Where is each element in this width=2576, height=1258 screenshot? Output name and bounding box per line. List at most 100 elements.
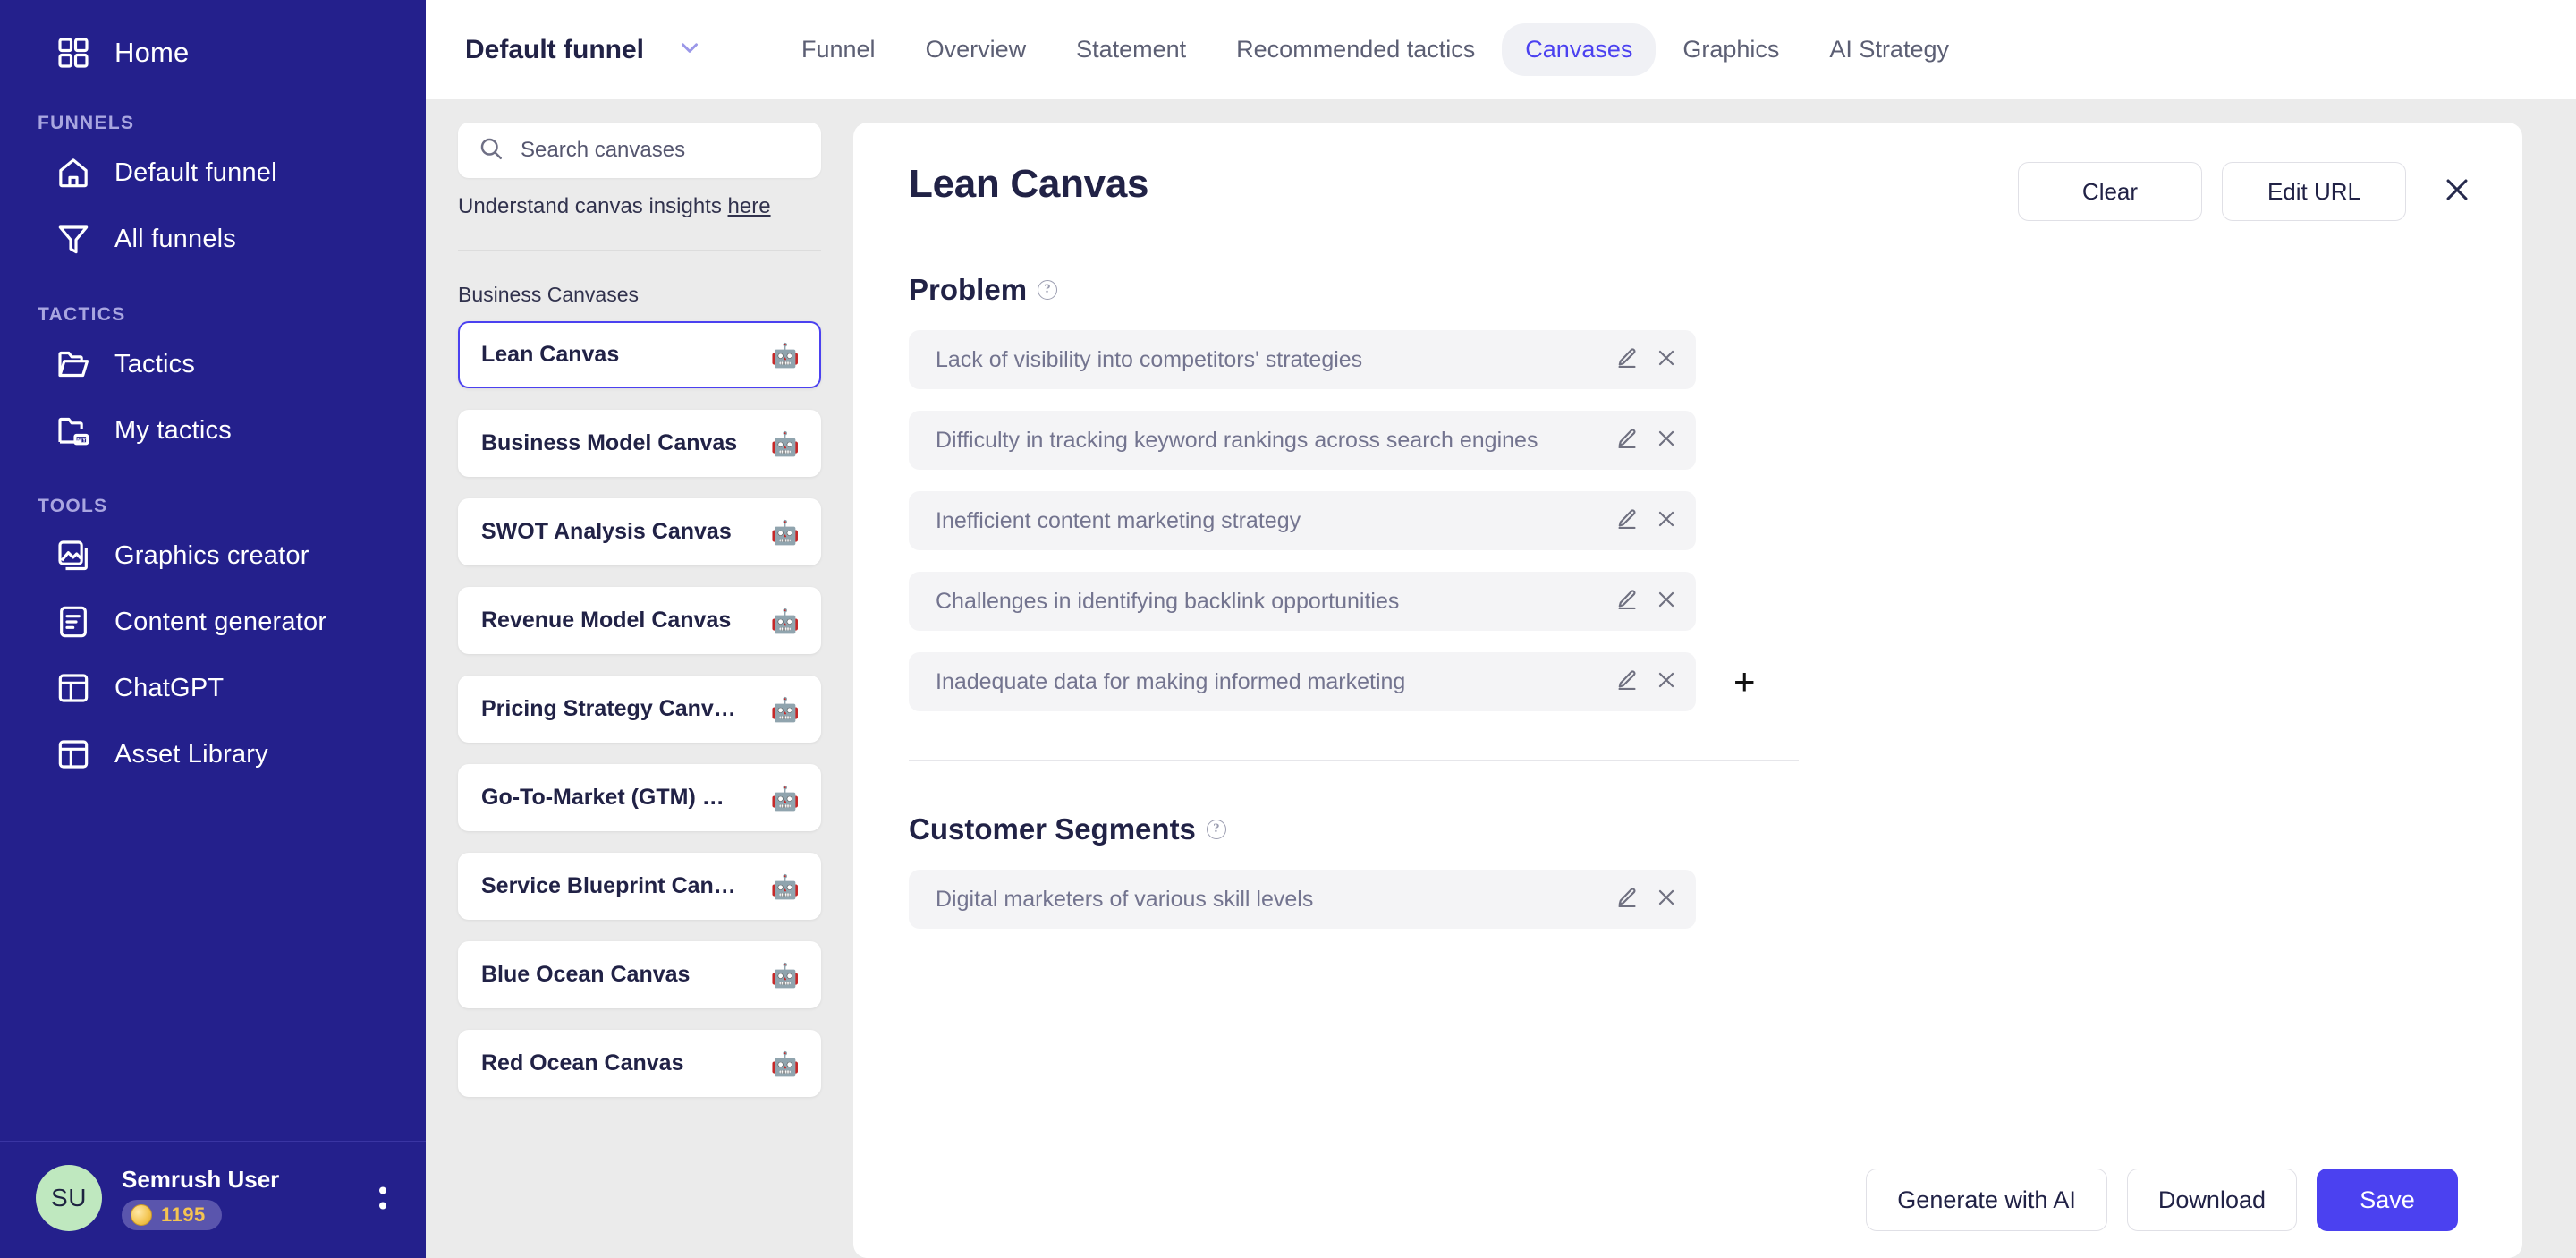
pencil-icon[interactable] [1615, 346, 1639, 374]
canvas-item-service-blueprint-canvas[interactable]: Service Blueprint Can… 🤖 [458, 853, 821, 920]
tab-canvases[interactable]: Canvases [1502, 23, 1657, 76]
content-body: Understand canvas insights here Business… [426, 99, 2576, 1258]
sidebar-item-tactics[interactable]: Tactics [0, 331, 426, 397]
close-icon[interactable] [1655, 588, 1678, 616]
sidebar-item-all-funnels[interactable]: All funnels [0, 206, 426, 272]
list-item[interactable]: Inadequate data for making informed mark… [909, 652, 1696, 711]
canvas-item-pricing-strategy-canvas[interactable]: Pricing Strategy Canv… 🤖 [458, 676, 821, 743]
canvas-item-lean-canvas[interactable]: Lean Canvas 🤖 [458, 321, 821, 388]
section-title-problem: Problem ? [909, 273, 2472, 307]
list-item-tools [1615, 668, 1678, 696]
pencil-icon[interactable] [1615, 588, 1639, 616]
close-icon[interactable] [1655, 427, 1678, 455]
page-title: Lean Canvas [909, 162, 1149, 206]
canvas-item-label: SWOT Analysis Canvas [481, 519, 732, 544]
plus-icon[interactable]: + [1733, 663, 1756, 701]
list-item-text: Difficulty in tracking keyword rankings … [936, 427, 1538, 453]
canvas-item-label: Revenue Model Canvas [481, 608, 732, 633]
canvas-editor-wrap: Lean Canvas Clear Edit URL Problem ? Lac… [853, 99, 2576, 1258]
canvas-item-swot-analysis-canvas[interactable]: SWOT Analysis Canvas 🤖 [458, 498, 821, 565]
canvas-item-blue-ocean-canvas[interactable]: Blue Ocean Canvas 🤖 [458, 941, 821, 1008]
sidebar: Home FUNNELS Default funnel All funnels … [0, 0, 426, 1258]
sidebar-item-asset-library[interactable]: Asset Library [0, 721, 426, 787]
top-bar: Default funnel Funnel Overview Statement… [426, 0, 2576, 99]
sidebar-user-section: SU Semrush User 1195 [0, 1141, 426, 1258]
tab-recommended-tactics[interactable]: Recommended tactics [1213, 23, 1498, 76]
tab-ai-strategy[interactable]: AI Strategy [1806, 23, 1972, 76]
canvas-item-business-model-canvas[interactable]: Business Model Canvas 🤖 [458, 410, 821, 477]
funnel-selector[interactable]: Default funnel [454, 34, 714, 65]
canvas-insights-text: Understand canvas insights [458, 194, 722, 218]
canvas-item-label: Blue Ocean Canvas [481, 962, 691, 987]
image-icon [55, 538, 91, 574]
credits-badge[interactable]: 1195 [122, 1200, 222, 1230]
sidebar-item-content-generator[interactable]: Content generator [0, 589, 426, 655]
house-icon [55, 155, 91, 191]
sidebar-item-my-tactics[interactable]: MY My tactics [0, 397, 426, 463]
editor-action-bar: Generate with AI Download Save [853, 1142, 2522, 1258]
search-input[interactable] [521, 138, 801, 163]
sidebar-section-tools: TOOLS [38, 496, 108, 516]
list-item[interactable]: Digital marketers of various skill level… [909, 870, 1696, 929]
user-name: Semrush User [122, 1166, 280, 1193]
canvas-item-revenue-model-canvas[interactable]: Revenue Model Canvas 🤖 [458, 587, 821, 654]
pencil-icon[interactable] [1615, 886, 1639, 914]
list-item-row: Lack of visibility into competitors' str… [909, 330, 2472, 411]
download-button[interactable]: Download [2126, 1169, 2297, 1231]
user-profile[interactable]: SU Semrush User 1195 [0, 1165, 426, 1231]
grid-icon [55, 35, 91, 71]
sidebar-item-home[interactable]: Home [0, 20, 426, 86]
sidebar-section-tactics: TACTICS [38, 304, 126, 325]
canvas-group-title: Business Canvases [458, 283, 639, 306]
close-icon[interactable] [1655, 668, 1678, 696]
generate-with-ai-button[interactable]: Generate with AI [1866, 1169, 2107, 1231]
canvas-item-red-ocean-canvas[interactable]: Red Ocean Canvas 🤖 [458, 1030, 821, 1097]
list-item[interactable]: Challenges in identifying backlink oppor… [909, 572, 1696, 631]
panel-actions: Clear Edit URL [2018, 162, 2472, 221]
list-item-text: Inefficient content marketing strategy [936, 507, 1301, 533]
pencil-icon[interactable] [1615, 507, 1639, 535]
canvas-item-go-to-market-canvas[interactable]: Go-To-Market (GTM) … 🤖 [458, 764, 821, 831]
tab-overview[interactable]: Overview [902, 23, 1050, 76]
pencil-icon[interactable] [1615, 427, 1639, 455]
robot-emoji-icon: 🤖 [770, 1050, 800, 1077]
pencil-icon[interactable] [1615, 668, 1639, 696]
sidebar-item-chatgpt[interactable]: ChatGPT [0, 655, 426, 721]
question-circle-icon[interactable]: ? [1038, 280, 1058, 300]
sidebar-item-default-funnel[interactable]: Default funnel [0, 140, 426, 206]
list-item[interactable]: Difficulty in tracking keyword rankings … [909, 411, 1696, 470]
list-item[interactable]: Lack of visibility into competitors' str… [909, 330, 1696, 389]
close-icon[interactable] [1655, 346, 1678, 374]
close-icon[interactable] [1655, 886, 1678, 914]
edit-url-button[interactable]: Edit URL [2222, 162, 2406, 221]
close-icon[interactable] [1655, 507, 1678, 535]
list-item-row: Digital marketers of various skill level… [909, 870, 2472, 950]
save-button[interactable]: Save [2317, 1169, 2458, 1231]
sidebar-item-graphics-creator[interactable]: Graphics creator [0, 523, 426, 589]
section-label: Customer Segments [909, 812, 1196, 846]
canvas-list-panel: Understand canvas insights here Business… [426, 99, 853, 1258]
robot-emoji-icon: 🤖 [770, 872, 800, 900]
close-icon[interactable] [2442, 174, 2472, 209]
panel-header: Lean Canvas Clear Edit URL [909, 162, 2472, 221]
clear-button[interactable]: Clear [2018, 162, 2202, 221]
funnel-icon [55, 221, 91, 257]
robot-emoji-icon: 🤖 [770, 961, 800, 989]
sidebar-item-label: My tactics [114, 415, 232, 445]
kebab-menu-icon[interactable] [379, 1186, 386, 1210]
canvas-editor-panel: Lean Canvas Clear Edit URL Problem ? Lac… [853, 123, 2522, 1258]
folder-my-icon: MY [55, 412, 91, 448]
canvas-insights-link[interactable]: here [728, 194, 771, 218]
tab-funnel[interactable]: Funnel [778, 23, 899, 76]
robot-emoji-icon: 🤖 [770, 607, 800, 634]
question-circle-icon[interactable]: ? [1206, 820, 1226, 839]
section-divider [909, 760, 1799, 761]
sidebar-item-label: Default funnel [114, 157, 277, 187]
layout-icon [55, 670, 91, 706]
sidebar-nav: Home FUNNELS Default funnel All funnels … [0, 0, 426, 1141]
list-item[interactable]: Inefficient content marketing strategy [909, 491, 1696, 550]
canvas-item-label: Red Ocean Canvas [481, 1050, 684, 1075]
search-canvases-box[interactable] [458, 123, 821, 178]
tab-statement[interactable]: Statement [1053, 23, 1209, 76]
tab-graphics[interactable]: Graphics [1659, 23, 1802, 76]
